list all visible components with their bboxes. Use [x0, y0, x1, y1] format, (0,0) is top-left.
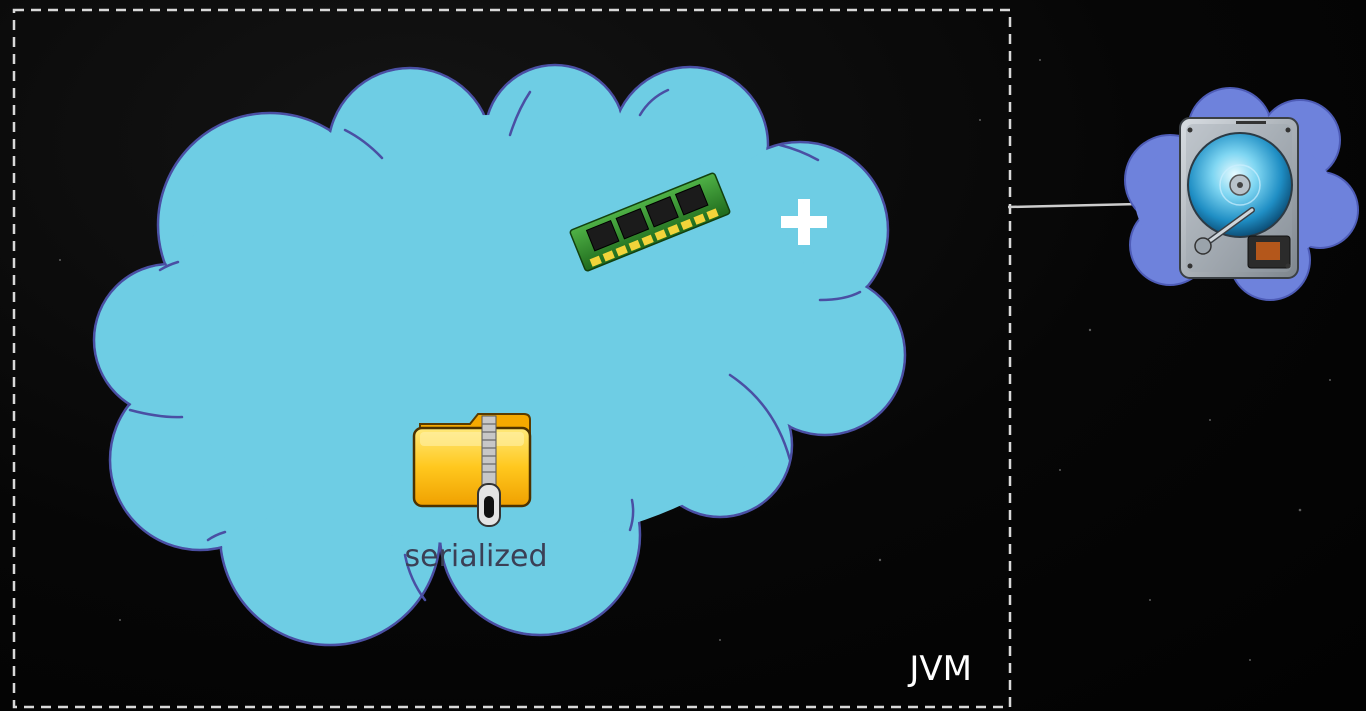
- hard-drive-icon: [1179, 117, 1299, 279]
- diagram-canvas: serialized JVM: [0, 0, 1366, 711]
- diagram-svg: serialized JVM: [12, 8, 1359, 709]
- jvm-label: JVM: [907, 649, 972, 689]
- serialized-label: serialized: [404, 539, 547, 574]
